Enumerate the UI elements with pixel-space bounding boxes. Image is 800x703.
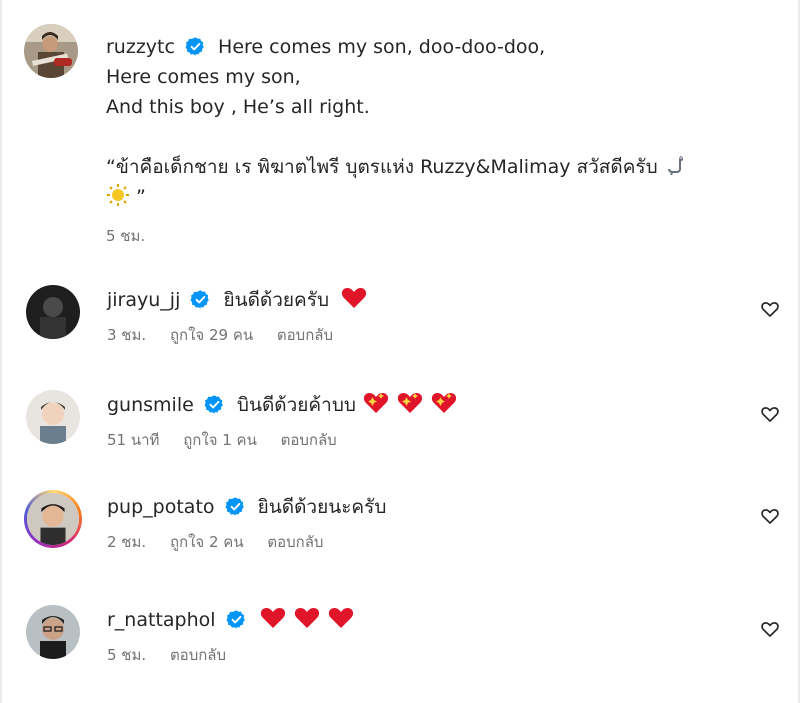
- comment-time[interactable]: 51 นาที: [107, 431, 159, 449]
- comment-likes[interactable]: ถูกใจ 2 คน: [170, 533, 244, 551]
- caption-line-1: Here comes my son, doo-doo-doo,: [218, 36, 546, 58]
- caption-time[interactable]: 5 ชม.: [106, 227, 145, 245]
- man-with-glasses-avatar-image: [26, 605, 80, 659]
- verified-badge-icon: [185, 37, 204, 56]
- red-heart-icon: [259, 606, 287, 630]
- comment-item: jirayu_jj ยินดีด้วยครับ 3 ชม. ถูกใจ 29 ค…: [26, 285, 786, 365]
- avatar[interactable]: [24, 24, 78, 78]
- comment-item: pup_potato ยินดีด้วยนะครับ 2 ชม. ถูกใจ 2…: [24, 490, 786, 572]
- red-heart-icon: [341, 286, 367, 310]
- avatar[interactable]: [26, 605, 80, 659]
- reply-button[interactable]: ตอบกลับ: [267, 533, 323, 551]
- caption-quote-line-2: ”: [136, 186, 146, 208]
- sparkling-heart-icon: [362, 391, 390, 415]
- panel-left-border: [0, 0, 2, 703]
- verified-badge-icon: [190, 290, 210, 309]
- comment-username[interactable]: jirayu_jj: [107, 289, 180, 311]
- verified-badge-icon: [204, 395, 223, 414]
- comment-username[interactable]: pup_potato: [107, 496, 215, 518]
- comment-text: ยินดีด้วยนะครับ: [257, 496, 387, 518]
- comment-time[interactable]: 2 ชม.: [107, 533, 146, 551]
- caption-quote-line-1: “ข้าคือเด็กชาย เร พิฆาตไพรี บุตรแห่ง Ruz…: [106, 156, 658, 178]
- caption-line-3: And this boy , He’s all right.: [106, 96, 370, 118]
- verified-badge-icon: [225, 497, 244, 516]
- comment-username[interactable]: r_nattaphol: [107, 609, 216, 631]
- like-heart-icon[interactable]: [760, 619, 780, 639]
- comment-text: ยินดีด้วยครับ: [223, 289, 330, 311]
- caption-line-2: Here comes my son,: [106, 66, 301, 88]
- comment-item: r_nattaphol 5 ชม. ตอบกลับ: [26, 605, 786, 685]
- verified-badge-icon: [226, 610, 245, 629]
- sun-icon: [106, 183, 130, 207]
- comment-item: gunsmile บินดีด้วยค้าบบ 51 นาที ถูกใจ 1 …: [26, 390, 786, 470]
- reply-button[interactable]: ตอบกลับ: [281, 431, 337, 449]
- red-heart-icon: [327, 606, 355, 630]
- reply-button[interactable]: ตอบกลับ: [170, 646, 226, 664]
- avatar[interactable]: [26, 390, 80, 444]
- like-heart-icon[interactable]: [760, 506, 780, 526]
- sparkling-heart-icon: [396, 391, 424, 415]
- caption-username[interactable]: ruzzytc: [106, 36, 175, 58]
- dark-portrait-avatar-image: [26, 285, 80, 339]
- like-heart-icon[interactable]: [760, 404, 780, 424]
- sparkling-heart-icon: [430, 391, 458, 415]
- avatar[interactable]: [26, 285, 80, 339]
- guitar-player-avatar-image: [24, 24, 78, 78]
- reply-button[interactable]: ตอบกลับ: [277, 326, 333, 344]
- smiling-man-avatar-image: [27, 493, 79, 545]
- comment-time[interactable]: 3 ชม.: [107, 326, 146, 344]
- red-heart-icon: [293, 606, 321, 630]
- avatar-story-ring[interactable]: [24, 490, 82, 548]
- caption-text: ruzzytc Here comes my son, doo-doo-doo, …: [106, 32, 766, 248]
- comment-username[interactable]: gunsmile: [107, 394, 194, 416]
- comment-text: บินดีด้วยค้าบบ: [236, 394, 356, 416]
- comment-likes[interactable]: ถูกใจ 29 คน: [170, 326, 253, 344]
- like-heart-icon[interactable]: [760, 299, 780, 319]
- comment-time[interactable]: 5 ชม.: [107, 646, 146, 664]
- dinosaur-icon: [664, 153, 688, 177]
- comment-likes[interactable]: ถูกใจ 1 คน: [183, 431, 257, 449]
- illustrated-portrait-avatar-image: [26, 390, 80, 444]
